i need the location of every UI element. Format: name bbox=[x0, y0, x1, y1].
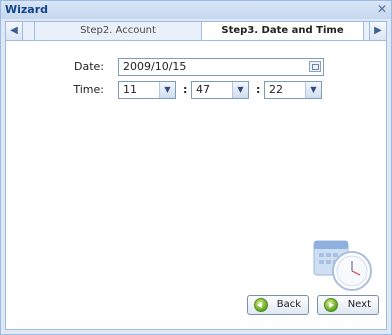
date-field[interactable]: 2009/10/15 bbox=[118, 58, 324, 76]
minute-value: 47 bbox=[196, 83, 210, 96]
next-button[interactable]: Next bbox=[317, 295, 379, 315]
window-title: Wizard bbox=[5, 3, 49, 16]
tab-date-and-time-label: Step3. Date and Time bbox=[221, 25, 344, 36]
tab-account[interactable]: Step2. Account bbox=[34, 22, 202, 40]
back-arrow-icon bbox=[254, 298, 268, 312]
calendar-icon[interactable] bbox=[309, 61, 321, 72]
close-icon[interactable]: ✕ bbox=[375, 1, 389, 17]
hour-value: 11 bbox=[123, 83, 137, 96]
next-arrow-icon bbox=[324, 298, 338, 312]
tab-strip: ◀ Step2. Account Step3. Date and Time ▶ bbox=[5, 21, 387, 41]
tab-account-label: Step2. Account bbox=[80, 25, 156, 36]
time-separator: : bbox=[183, 83, 188, 96]
date-label: Date: bbox=[74, 60, 104, 73]
back-button[interactable]: Back bbox=[247, 295, 309, 315]
chevron-down-icon[interactable]: ▼ bbox=[232, 82, 248, 98]
wizard-window: Wizard ✕ ◀ Step2. Account Step3. Date an… bbox=[0, 0, 392, 335]
tab-scroll-right-icon[interactable]: ▶ bbox=[369, 22, 386, 40]
tab-scroll-left-icon[interactable]: ◀ bbox=[6, 22, 23, 40]
tab-date-and-time[interactable]: Step3. Date and Time bbox=[202, 22, 364, 40]
second-select[interactable]: 22 ▼ bbox=[264, 81, 322, 99]
minute-select[interactable]: 47 ▼ bbox=[191, 81, 249, 99]
second-value: 22 bbox=[269, 83, 283, 96]
time-label: Time: bbox=[73, 83, 104, 96]
date-value: 2009/10/15 bbox=[123, 60, 187, 73]
title-bar: Wizard ✕ bbox=[1, 1, 391, 19]
date-time-panel: Date: 2009/10/15 Time: 11 ▼ : 47 ▼ : 22 … bbox=[5, 41, 387, 330]
time-separator: : bbox=[256, 83, 261, 96]
calendar-clock-icon bbox=[313, 240, 372, 291]
next-button-label: Next bbox=[347, 299, 371, 310]
back-button-label: Back bbox=[276, 299, 301, 310]
hour-select[interactable]: 11 ▼ bbox=[118, 81, 176, 99]
chevron-down-icon[interactable]: ▼ bbox=[305, 82, 321, 98]
chevron-down-icon[interactable]: ▼ bbox=[159, 82, 175, 98]
